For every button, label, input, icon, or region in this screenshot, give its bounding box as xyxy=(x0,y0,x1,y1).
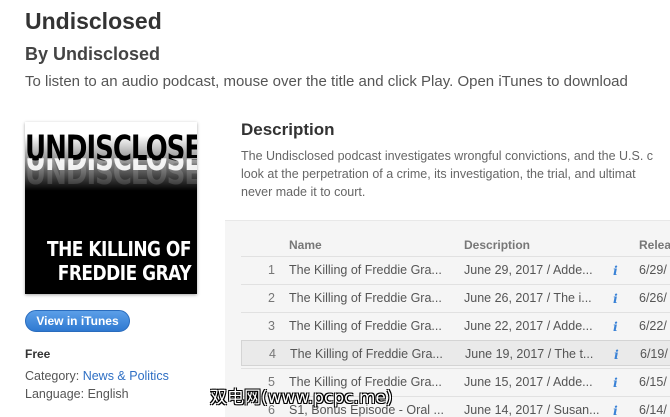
category-info: Category: News & Politics xyxy=(25,369,169,383)
description-line: The Undisclosed podcast investigates wro… xyxy=(241,149,654,163)
info-icon[interactable]: i xyxy=(613,291,623,306)
episode-release-date: 6/19/ xyxy=(640,347,668,361)
language-info: Language: English xyxy=(25,387,129,401)
table-row[interactable]: 2 The Killing of Freddie Gra... June 26,… xyxy=(241,284,670,310)
episode-number: 2 xyxy=(268,291,275,305)
episode-release-date: 6/15/ xyxy=(639,375,667,389)
episode-release-date: 6/14/ xyxy=(639,403,667,417)
episode-name[interactable]: The Killing of Freddie Gra... xyxy=(289,263,455,277)
episode-release-date: 6/29/ xyxy=(639,263,667,277)
episode-description: June 15, 2017 / Adde... xyxy=(464,375,593,389)
column-header-name[interactable]: Name xyxy=(289,238,322,252)
view-in-itunes-button[interactable]: View in iTunes xyxy=(25,310,130,332)
description-line: never made it to court. xyxy=(241,185,366,199)
podcast-artwork: UNDISCLOSED UNDISCLOSED THE KILLING OF F… xyxy=(25,122,197,294)
episode-description: June 22, 2017 / Adde... xyxy=(464,319,593,333)
episode-number: 1 xyxy=(268,263,275,277)
episode-description: June 14, 2017 / Susan... xyxy=(464,403,600,417)
info-icon[interactable]: i xyxy=(613,403,623,417)
artwork-subtitle: THE KILLING OF FREDDIE GRAY xyxy=(25,238,192,286)
podcast-author: By Undisclosed xyxy=(25,44,161,64)
episode-number: 4 xyxy=(269,347,276,361)
table-row[interactable]: 3 The Killing of Freddie Gra... June 22,… xyxy=(241,312,670,338)
column-header-description[interactable]: Description xyxy=(464,238,530,252)
info-icon[interactable]: i xyxy=(613,263,623,278)
episode-name[interactable]: The Killing of Freddie Gra... xyxy=(289,291,455,305)
episode-release-date: 6/22/ xyxy=(639,319,667,333)
info-icon[interactable]: i xyxy=(613,375,623,390)
language-value: English xyxy=(87,387,129,401)
episode-release-date: 6/26/ xyxy=(639,291,667,305)
episode-description: June 19, 2017 / The t... xyxy=(465,347,594,361)
episode-name[interactable]: The Killing of Freddie Gra... xyxy=(289,319,455,333)
episode-number: 3 xyxy=(268,319,275,333)
description-line: look at the perpetration of a crime, its… xyxy=(241,167,636,181)
podcast-title: Undisclosed xyxy=(25,8,162,34)
table-row-highlighted[interactable]: 4 The Killing of Freddie Gra... June 19,… xyxy=(241,340,670,366)
artwork-subtitle-line1: THE KILLING OF xyxy=(46,238,192,262)
info-icon[interactable]: i xyxy=(614,347,624,362)
category-link[interactable]: News & Politics xyxy=(83,369,169,383)
description-heading: Description xyxy=(241,120,335,139)
artwork-subtitle-line2: FREDDIE GRAY xyxy=(57,262,192,286)
episode-name[interactable]: The Killing of Freddie Gra... xyxy=(290,347,456,361)
table-row[interactable]: 1 The Killing of Freddie Gra... June 29,… xyxy=(241,256,670,282)
episode-description: June 29, 2017 / Adde... xyxy=(464,263,593,277)
price-label: Free xyxy=(25,347,51,361)
category-label: Category: xyxy=(25,369,80,383)
listen-instructions: To listen to an audio podcast, mouse ove… xyxy=(25,73,628,90)
description-text: The Undisclosed podcast investigates wro… xyxy=(241,147,670,201)
column-header-released[interactable]: Relea xyxy=(639,238,670,252)
site-watermark: 双电网(www.pcpc.me) xyxy=(210,388,393,408)
info-icon[interactable]: i xyxy=(613,319,623,334)
episode-description: June 26, 2017 / The i... xyxy=(464,291,592,305)
language-label: Language: xyxy=(25,387,85,401)
